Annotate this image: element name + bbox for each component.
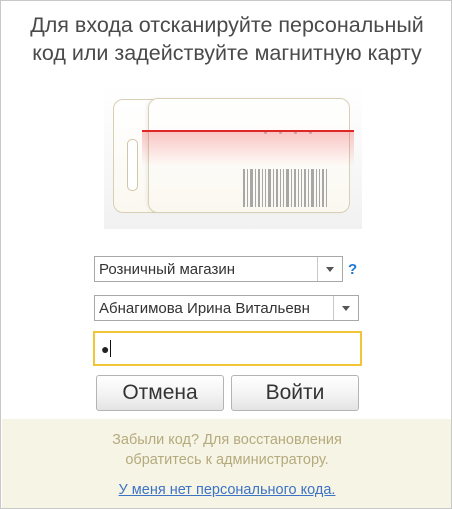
no-personal-code-link[interactable]: У меня нет персонального кода. (2, 482, 451, 498)
laser-line (142, 130, 354, 132)
card-dots (264, 121, 334, 134)
laser-glow (142, 131, 354, 166)
user-dropdown-button[interactable] (333, 296, 358, 320)
user-select-value: Абнагимова Ирина Витальевн (99, 299, 310, 317)
footer-panel: Забыли код? Для восстановления обратитес… (2, 419, 451, 508)
password-mask: ● (101, 340, 110, 357)
forgot-code-line-1: Забыли код? Для восстановления (112, 432, 342, 448)
chevron-down-icon (326, 266, 334, 272)
scan-card-illustration (104, 84, 362, 229)
title-line-1: Для входа отсканируйте персональный (30, 13, 424, 37)
chevron-down-icon (342, 305, 350, 311)
page-title: Для входа отсканируйте персональный код … (1, 11, 451, 67)
store-help-link[interactable]: ? (348, 261, 357, 278)
login-window: Для входа отсканируйте персональный код … (0, 0, 452, 509)
barcode-icon (243, 169, 339, 207)
store-dropdown-button[interactable] (317, 257, 342, 281)
store-select-value: Розничный магазин (99, 260, 235, 278)
login-button[interactable]: Войти (231, 375, 359, 411)
forgot-code-line-2: обратитесь к администратору. (125, 452, 329, 468)
password-field[interactable]: ● (93, 331, 362, 366)
card-slot-icon (127, 139, 138, 191)
text-caret (110, 340, 112, 357)
store-select[interactable]: Розничный магазин (94, 256, 343, 282)
cancel-button[interactable]: Отмена (96, 375, 224, 411)
title-line-2: код или задействуйте магнитную карту (32, 41, 422, 65)
user-select[interactable]: Абнагимова Ирина Витальевн (94, 295, 359, 321)
forgot-code-message: Забыли код? Для восстановления обратитес… (2, 430, 451, 470)
